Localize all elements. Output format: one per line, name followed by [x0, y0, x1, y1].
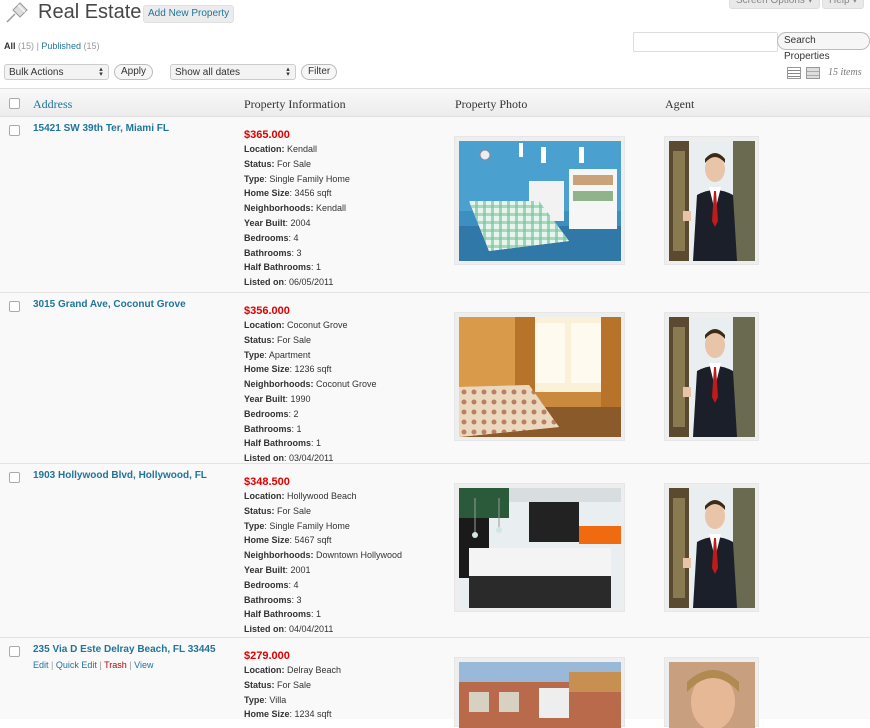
property-information: $348.500 Location: Hollywood Beach Statu… — [244, 476, 403, 635]
select-all-checkbox[interactable] — [9, 98, 20, 109]
bulk-actions-value: Bulk Actions — [9, 67, 64, 78]
row-checkbox[interactable] — [9, 646, 20, 657]
property-price: $356.000 — [244, 305, 290, 317]
filter-separator: | — [36, 41, 39, 51]
property-photo-frame[interactable] — [454, 136, 625, 265]
search-input[interactable] — [633, 32, 778, 52]
apply-button[interactable]: Apply — [114, 64, 154, 80]
filter-published[interactable]: Published — [41, 41, 81, 51]
property-address-link[interactable]: 15421 SW 39th Ter, Miami FL — [33, 123, 169, 134]
search-properties-button[interactable]: Search Properties — [777, 32, 870, 62]
select-arrows-icon: ▴ ▾ — [286, 66, 290, 78]
property-price: $365.000 — [244, 129, 290, 141]
property-photo-frame[interactable] — [454, 483, 625, 612]
table-row: 15421 SW 39th Ter, Miami FL $365.000 Loc… — [0, 117, 870, 293]
agent-photo-frame[interactable] — [664, 136, 759, 265]
agent-photo-frame[interactable] — [664, 657, 759, 728]
agent-suit-photo — [669, 141, 755, 261]
property-price: $279.000 — [244, 650, 290, 662]
agent-photo-frame[interactable] — [664, 483, 759, 612]
pushpin-icon — [6, 2, 28, 23]
property-address-link[interactable]: 1903 Hollywood Blvd, Hollywood, FL — [33, 470, 207, 481]
dates-value: Show all dates — [175, 67, 241, 78]
row-checkbox[interactable] — [9, 301, 20, 312]
add-new-property-button[interactable]: Add New Property — [143, 5, 235, 23]
items-count: 15 items — [828, 67, 862, 78]
column-property-information: Property Information — [244, 97, 346, 111]
bulk-actions-select[interactable]: Bulk Actions ▴ ▾ — [4, 64, 109, 80]
row-actions: Edit | Quick Edit | Trash | View — [33, 660, 154, 670]
property-price: $348.500 — [244, 476, 290, 488]
filter-all[interactable]: All — [4, 41, 16, 51]
page-header: Real Estate Add New Property Screen Opti… — [0, 0, 870, 30]
property-address-link[interactable]: 235 Via D Este Delray Beach, FL 33445 — [33, 644, 216, 655]
column-agent: Agent — [665, 97, 695, 111]
table-row: 1903 Hollywood Blvd, Hollywood, FL $348.… — [0, 464, 870, 638]
help-tab[interactable]: Help ▾ — [822, 0, 865, 9]
column-property-photo: Property Photo — [455, 97, 528, 111]
agent-suit-photo — [669, 488, 755, 608]
agent-portrait-photo — [669, 662, 755, 728]
agent-suit-photo — [669, 317, 755, 437]
property-information: $279.000 Location: Delray Beach Status: … — [244, 650, 342, 720]
column-address[interactable]: Address — [33, 97, 72, 112]
excerpt-view-icon[interactable] — [806, 67, 820, 79]
filter-all-count: (15) — [18, 41, 35, 51]
filter-published-count: (15) — [83, 41, 100, 51]
bedroom-blue-photo — [459, 141, 621, 261]
page-title: Real Estate — [38, 1, 142, 23]
property-information: $356.000 Location: Coconut Grove Status:… — [244, 305, 377, 464]
trash-link[interactable]: Trash — [104, 660, 127, 670]
edit-link[interactable]: Edit — [33, 660, 49, 670]
kitchen-photo — [459, 488, 621, 608]
select-arrows-icon: ▴ ▾ — [99, 66, 103, 78]
property-address-link[interactable]: 3015 Grand Ave, Coconut Grove — [33, 299, 186, 310]
villa-exterior-photo — [459, 662, 621, 728]
list-view-icon[interactable] — [787, 67, 801, 79]
quick-edit-link[interactable]: Quick Edit — [56, 660, 97, 670]
dates-select[interactable]: Show all dates ▴ ▾ — [170, 64, 296, 80]
property-photo-frame[interactable] — [454, 657, 625, 728]
screen-options-tab[interactable]: Screen Options ▾ — [729, 0, 820, 9]
filter-button[interactable]: Filter — [301, 64, 338, 80]
view-link[interactable]: View — [134, 660, 153, 670]
property-information: $365.000 Location: Kendall Status: For S… — [244, 129, 350, 288]
row-checkbox[interactable] — [9, 125, 20, 136]
table-row: 235 Via D Este Delray Beach, FL 33445 Ed… — [0, 638, 870, 728]
bedroom-warm-photo — [459, 317, 621, 437]
property-photo-frame[interactable] — [454, 312, 625, 441]
agent-photo-frame[interactable] — [664, 312, 759, 441]
table-header: Address Property Information Property Ph… — [0, 88, 870, 117]
status-filters: All (15) | Published (15) — [4, 41, 99, 51]
row-checkbox[interactable] — [9, 472, 20, 483]
table-row: 3015 Grand Ave, Coconut Grove $356.000 L… — [0, 293, 870, 464]
